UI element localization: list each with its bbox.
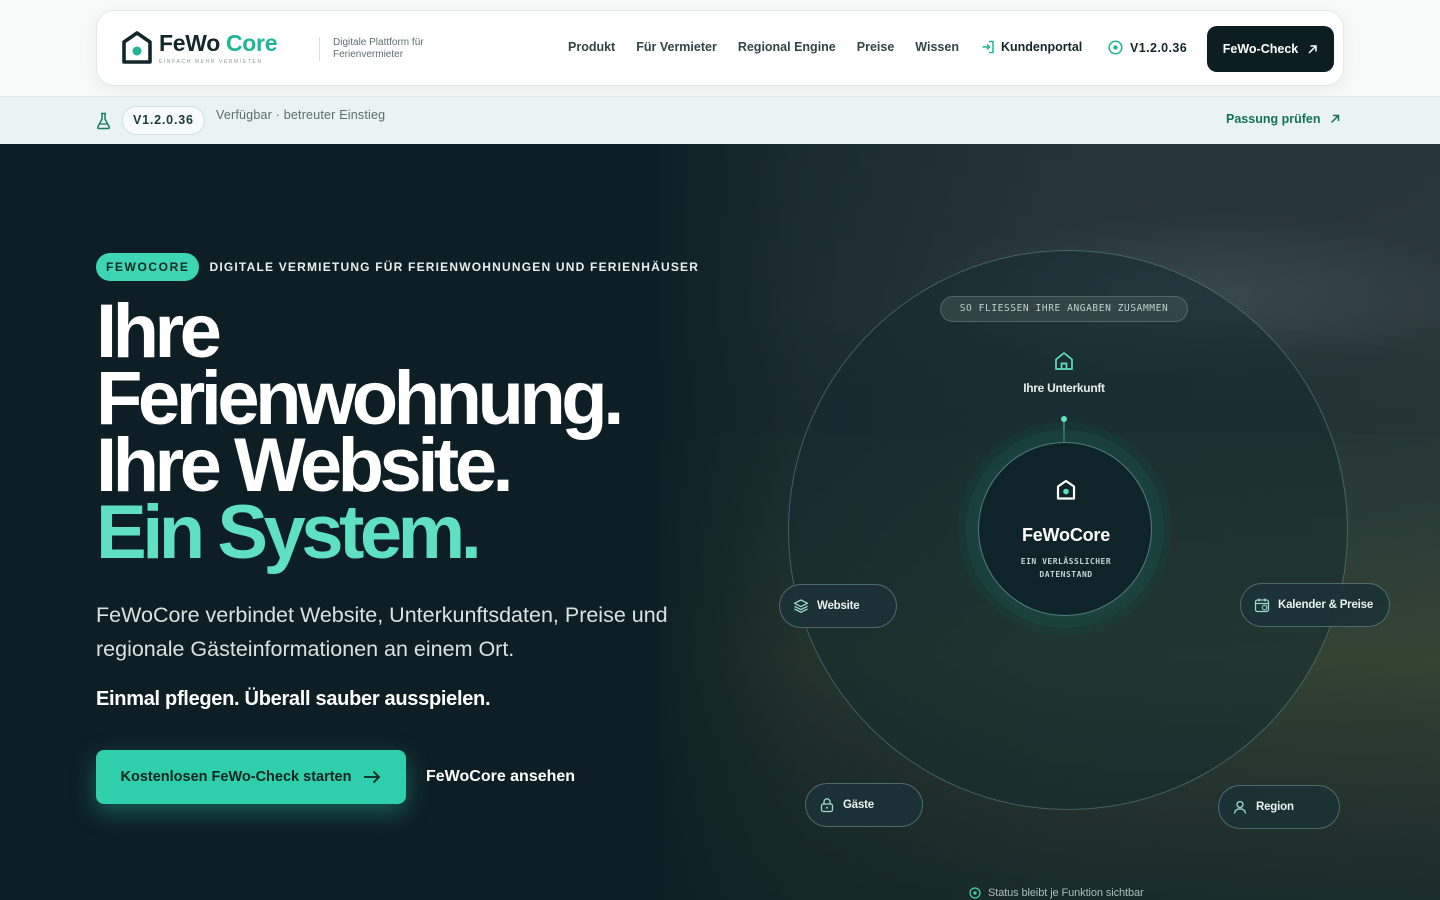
eyebrow-badge: FEWOCORE (96, 253, 200, 281)
hero-eyebrow: FEWOCORE DIGITALE VERMIETUNG FÜR FERIENW… (96, 253, 699, 281)
user-icon (1233, 800, 1247, 814)
node-guests-label: Gäste (843, 799, 874, 811)
lock-icon (820, 798, 834, 813)
hero-lead-text: FeWoCore verbindet Website, Unterkunftsd… (96, 603, 668, 661)
headline-line-2: Ferienwohnung. (96, 356, 624, 441)
hero-emphasis: Einmal pflegen. Überall sauber ausspiele… (96, 688, 491, 710)
availability-text: Verfügbar · betreuter Einstieg (216, 108, 386, 122)
accommodation-node-label: Ihre Unterkunft (1023, 381, 1105, 395)
status-note-text: Status bleibt je Funktion sichtbar (988, 887, 1144, 899)
brand-name-part2: Core (225, 29, 278, 56)
node-website[interactable]: Website (779, 584, 897, 628)
brand-text: FeWo Core EINFACH MEHR VERMIETEN (159, 29, 278, 65)
customer-portal-link[interactable]: Kundenportal (981, 40, 1082, 54)
customer-portal-label: Kundenportal (1001, 40, 1083, 54)
nav-link-regional-engine[interactable]: Regional Engine (738, 40, 836, 54)
version-indicator: V1.2.0.36 (1108, 40, 1187, 55)
data-flow-diagram: SO FLIESSEN IHRE ANGABEN ZUSAMMEN Ihre U… (779, 250, 1390, 899)
nav-link-fuer-vermieter[interactable]: Für Vermieter (636, 40, 717, 54)
core-circle: FeWoCore EIN VERLÄSSLICHER DATENSTAND (978, 442, 1152, 616)
headline-line-3: Ihre Website. (96, 423, 514, 508)
start-fewo-check-button[interactable]: Kostenlosen FeWo-Check starten (96, 750, 406, 804)
main-nav: Produkt Für Vermieter Regional Engine Pr… (568, 40, 980, 54)
flow-label-pill: SO FLIESSEN IHRE ANGABEN ZUSAMMEN (940, 296, 1188, 322)
fit-check-link[interactable]: Passung prüfen (1226, 112, 1340, 126)
announcement-bar: V1.2.0.36 Verfügbar · betreuter Einstieg… (0, 96, 1440, 144)
fewo-check-label: FeWo-Check (1222, 42, 1299, 56)
node-region[interactable]: Region (1218, 785, 1340, 829)
version-badge: V1.2.0.36 (122, 106, 205, 135)
node-region-label: Region (1256, 801, 1294, 813)
arrow-up-right-icon (1331, 114, 1340, 124)
layers-icon (793, 599, 809, 614)
hero-section: FEWOCORE DIGITALE VERMIETUNG FÜR FERIENW… (0, 144, 1440, 900)
fit-check-label: Passung prüfen (1226, 112, 1321, 126)
nav-link-produkt[interactable]: Produkt (568, 40, 615, 54)
view-fewocore-link[interactable]: FeWoCore ansehen (426, 768, 575, 786)
login-icon (982, 40, 994, 54)
core-title: FeWoCore (1021, 525, 1111, 545)
status-note: Status bleibt je Funktion sichtbar (969, 887, 1144, 899)
status-circle-icon (1108, 40, 1123, 55)
arrow-right-icon (364, 770, 381, 784)
arrow-up-right-icon (1308, 44, 1317, 54)
nav-link-wissen[interactable]: Wissen (915, 40, 959, 54)
brand-tagline: Digitale Plattform für Ferienvermieter (333, 37, 424, 60)
status-circle-icon (969, 887, 981, 899)
headline-line-4: Ein System. (96, 490, 482, 575)
fewo-check-button[interactable]: FeWo-Check (1207, 26, 1334, 72)
eyebrow-text: DIGITALE VERMIETUNG FÜR FERIENWOHNUNGEN … (209, 260, 700, 274)
headline-line-1: Ihre (96, 289, 222, 374)
node-calendar-prices-label: Kalender & Preise (1278, 599, 1374, 611)
house-logo-icon (1056, 479, 1076, 500)
node-website-label: Website (817, 600, 860, 612)
core-subtitle: EIN VERLÄSSLICHER DATENSTAND (1020, 557, 1112, 579)
brand-slogan: EINFACH MEHR VERMIETEN (159, 58, 263, 65)
node-guests[interactable]: Gäste (805, 783, 923, 827)
hero-headline: Ihre Ferienwohnung. Ihre Website. Ein Sy… (96, 289, 624, 575)
navbar: FeWo Core EINFACH MEHR VERMIETEN Digital… (96, 10, 1344, 86)
brand-wordmark: FeWo Core (159, 29, 278, 56)
top-area: FeWo Core EINFACH MEHR VERMIETEN Digital… (0, 0, 1440, 96)
start-fewo-check-label: Kostenlosen FeWo-Check starten (120, 769, 352, 785)
brand-logo[interactable]: FeWo Core EINFACH MEHR VERMIETEN (121, 31, 277, 65)
flask-icon (96, 112, 111, 130)
logo-divider (319, 37, 320, 61)
nav-link-preise[interactable]: Preise (857, 40, 895, 54)
version-label: V1.2.0.36 (1130, 40, 1188, 55)
house-logo-icon (122, 31, 152, 64)
brand-name-part1: FeWo (159, 29, 220, 56)
calendar-icon (1254, 598, 1270, 613)
node-calendar-prices[interactable]: Kalender & Preise (1240, 583, 1390, 627)
house-icon (1055, 352, 1073, 370)
